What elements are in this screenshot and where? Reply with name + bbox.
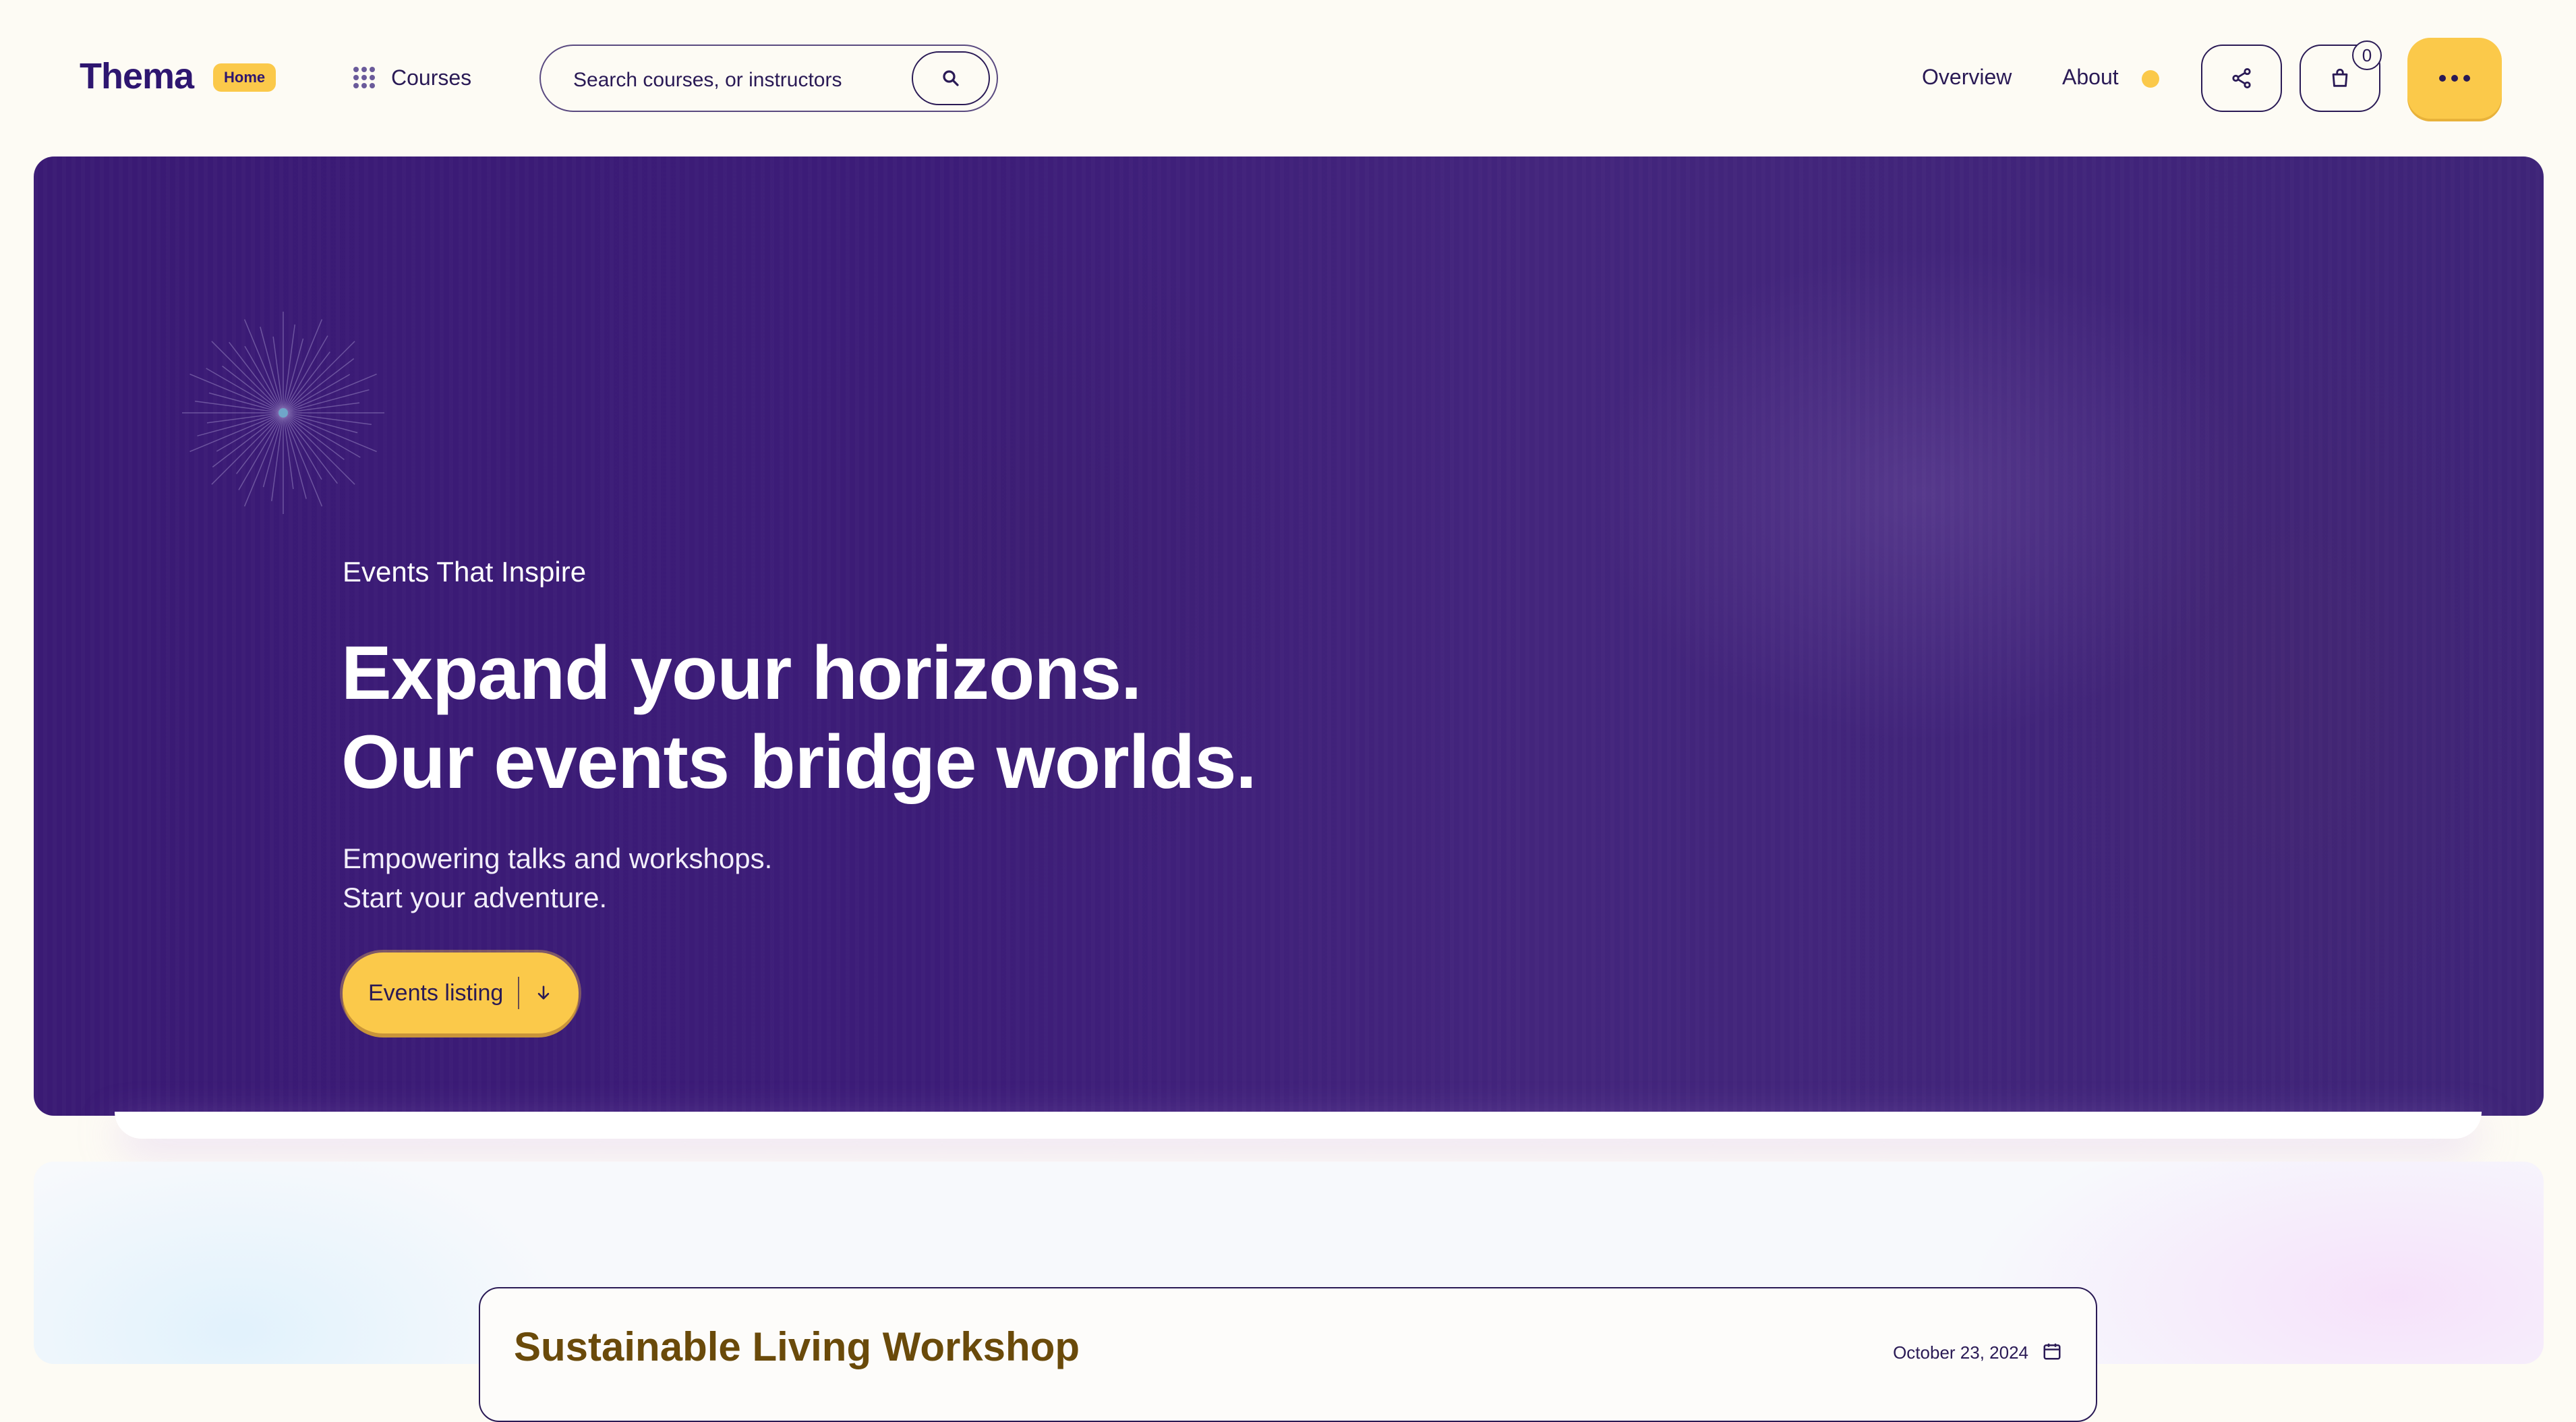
more-icon — [2439, 75, 2470, 82]
events-listing-label: Events listing — [368, 979, 504, 1006]
calendar-icon — [2043, 1343, 2061, 1360]
event-card[interactable]: Sustainable Living Workshop October 23, … — [479, 1287, 2097, 1422]
search-icon — [943, 70, 959, 86]
search-bar — [539, 45, 998, 112]
shopping-bag-icon — [2332, 68, 2348, 87]
event-date: October 23, 2024 — [1893, 1342, 2028, 1363]
site-header: Thema Home Courses Overview About — [0, 0, 2576, 155]
courses-label: Courses — [391, 65, 472, 90]
grid-icon — [353, 67, 375, 88]
hero-eyebrow: Events That Inspire — [343, 556, 587, 588]
nav-about-link[interactable]: About — [2062, 65, 2119, 90]
hero-subtext-line-1: Empowering talks and workshops. — [343, 843, 773, 874]
arrow-down-icon — [538, 986, 550, 1000]
logo[interactable]: Thema — [80, 55, 194, 97]
about-indicator-dot — [2142, 70, 2159, 88]
share-icon — [2232, 67, 2251, 89]
events-listing-button[interactable]: Events listing — [343, 952, 579, 1033]
home-badge: Home — [213, 63, 276, 92]
event-title: Sustainable Living Workshop — [514, 1324, 1080, 1369]
share-button[interactable] — [2201, 45, 2282, 112]
cart-button[interactable]: 0 — [2300, 40, 2382, 112]
cart-count-badge: 0 — [2352, 40, 2382, 70]
search-input[interactable] — [572, 63, 891, 97]
button-divider — [518, 977, 520, 1009]
courses-menu-button[interactable]: Courses — [353, 61, 471, 94]
hero-banner: Events That Inspire Expand your horizons… — [34, 157, 2544, 1116]
nav-overview-link[interactable]: Overview — [1922, 65, 2012, 90]
hero-headline-line-1: Expand your horizons. — [341, 631, 1142, 715]
hero-headline: Expand your horizons. Our events bridge … — [341, 629, 1257, 807]
sparkle-icon — [182, 312, 384, 514]
more-menu-button[interactable] — [2407, 38, 2502, 119]
hero-underlay — [115, 1112, 2482, 1139]
hero-subtext: Empowering talks and workshops. Start yo… — [343, 839, 772, 917]
hero-subtext-line-2: Start your adventure. — [343, 882, 608, 913]
hero-headline-line-2: Our events bridge worlds. — [341, 720, 1257, 804]
search-button[interactable] — [912, 51, 990, 105]
